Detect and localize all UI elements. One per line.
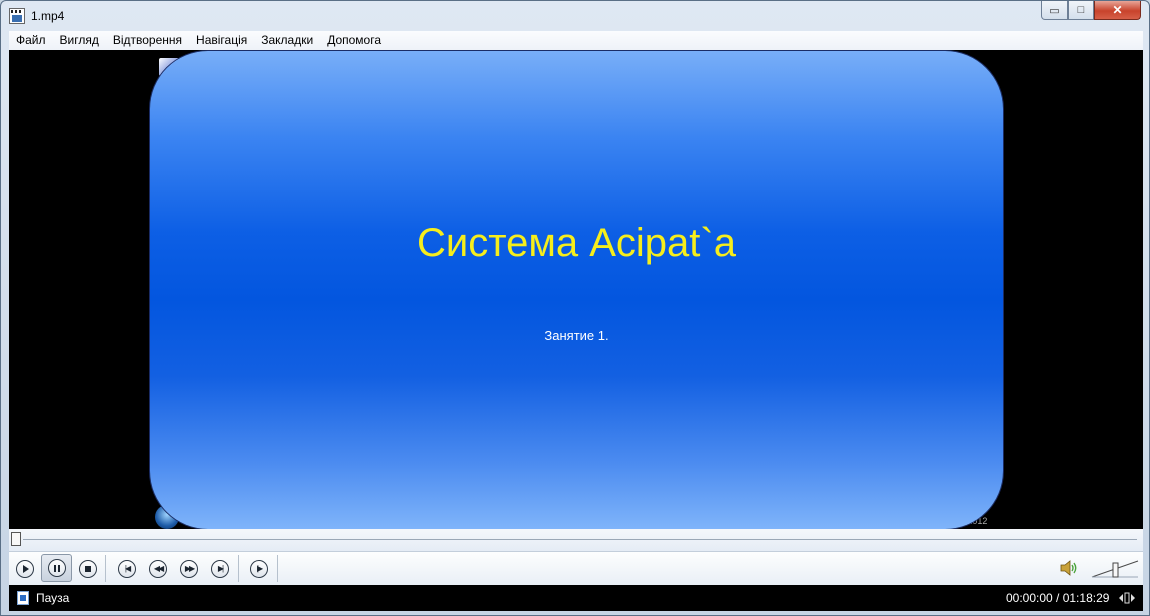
media-file-icon: [17, 591, 29, 605]
menu-playback[interactable]: Відтворення: [106, 31, 189, 50]
separator: [105, 555, 106, 582]
rewind-icon: ◀◀: [153, 564, 164, 573]
window-title: 1.mp4: [31, 9, 65, 23]
play-button[interactable]: [13, 557, 37, 581]
seek-track[interactable]: [23, 539, 1137, 540]
pause-button[interactable]: [41, 554, 72, 582]
slide-subtitle: Занятие 1.: [544, 328, 609, 343]
stop-button[interactable]: [76, 557, 100, 581]
separator: [277, 555, 278, 582]
maximize-icon: □: [1077, 4, 1085, 16]
video-area[interactable]: .11.2012 Система Acipat`a Занятие 1.: [9, 50, 1143, 529]
next-button[interactable]: ▶|: [208, 557, 232, 581]
seek-thumb[interactable]: [11, 532, 21, 546]
app-icon[interactable]: [9, 8, 25, 24]
menu-view[interactable]: Вигляд: [53, 31, 106, 50]
status-bar: Пауза 00:00:00 / 01:18:29: [9, 585, 1143, 611]
aspect-ratio-icon[interactable]: [1118, 591, 1136, 605]
menu-file[interactable]: Файл: [9, 31, 53, 50]
title-bar[interactable]: 1.mp4 ▭ □ ✕: [1, 1, 1149, 31]
frame-step-button[interactable]: |▶: [247, 557, 271, 581]
close-icon: ✕: [1112, 3, 1123, 17]
stop-icon: [85, 566, 91, 572]
menu-bar: Файл Вигляд Відтворення Навігація Заклад…: [9, 31, 1143, 50]
menu-navigation[interactable]: Навігація: [189, 31, 254, 50]
volume-slider[interactable]: [1091, 557, 1139, 579]
time-display: 00:00:00 / 01:18:29: [1006, 591, 1110, 605]
seek-bar[interactable]: [9, 529, 1143, 552]
slide-title: Система Acipat`a: [417, 221, 736, 265]
menu-bookmarks[interactable]: Закладки: [254, 31, 320, 50]
play-icon: [23, 565, 29, 573]
playback-controls: |◀ ◀◀ ▶▶ ▶| |▶: [9, 552, 1143, 585]
playback-state: Пауза: [36, 591, 70, 605]
separator: [238, 555, 239, 582]
minimize-button[interactable]: ▭: [1041, 1, 1068, 20]
previous-icon: |◀: [124, 564, 131, 573]
rewind-button[interactable]: ◀◀: [146, 557, 170, 581]
presentation-slide: Система Acipat`a Занятие 1.: [150, 51, 1003, 529]
fast-forward-button[interactable]: ▶▶: [177, 557, 201, 581]
pause-icon: [53, 564, 60, 572]
previous-button[interactable]: |◀: [115, 557, 139, 581]
maximize-button[interactable]: □: [1068, 1, 1094, 20]
fast-forward-icon: ▶▶: [184, 564, 195, 573]
close-button[interactable]: ✕: [1094, 1, 1141, 20]
frame-step-icon: |▶: [256, 564, 263, 573]
menu-help[interactable]: Допомога: [320, 31, 388, 50]
next-icon: ▶|: [217, 564, 224, 573]
speaker-icon[interactable]: [1059, 559, 1079, 577]
player-window: 1.mp4 ▭ □ ✕ Файл Вигляд Відтворення Наві…: [0, 0, 1150, 616]
minimize-icon: ▭: [1049, 4, 1060, 17]
